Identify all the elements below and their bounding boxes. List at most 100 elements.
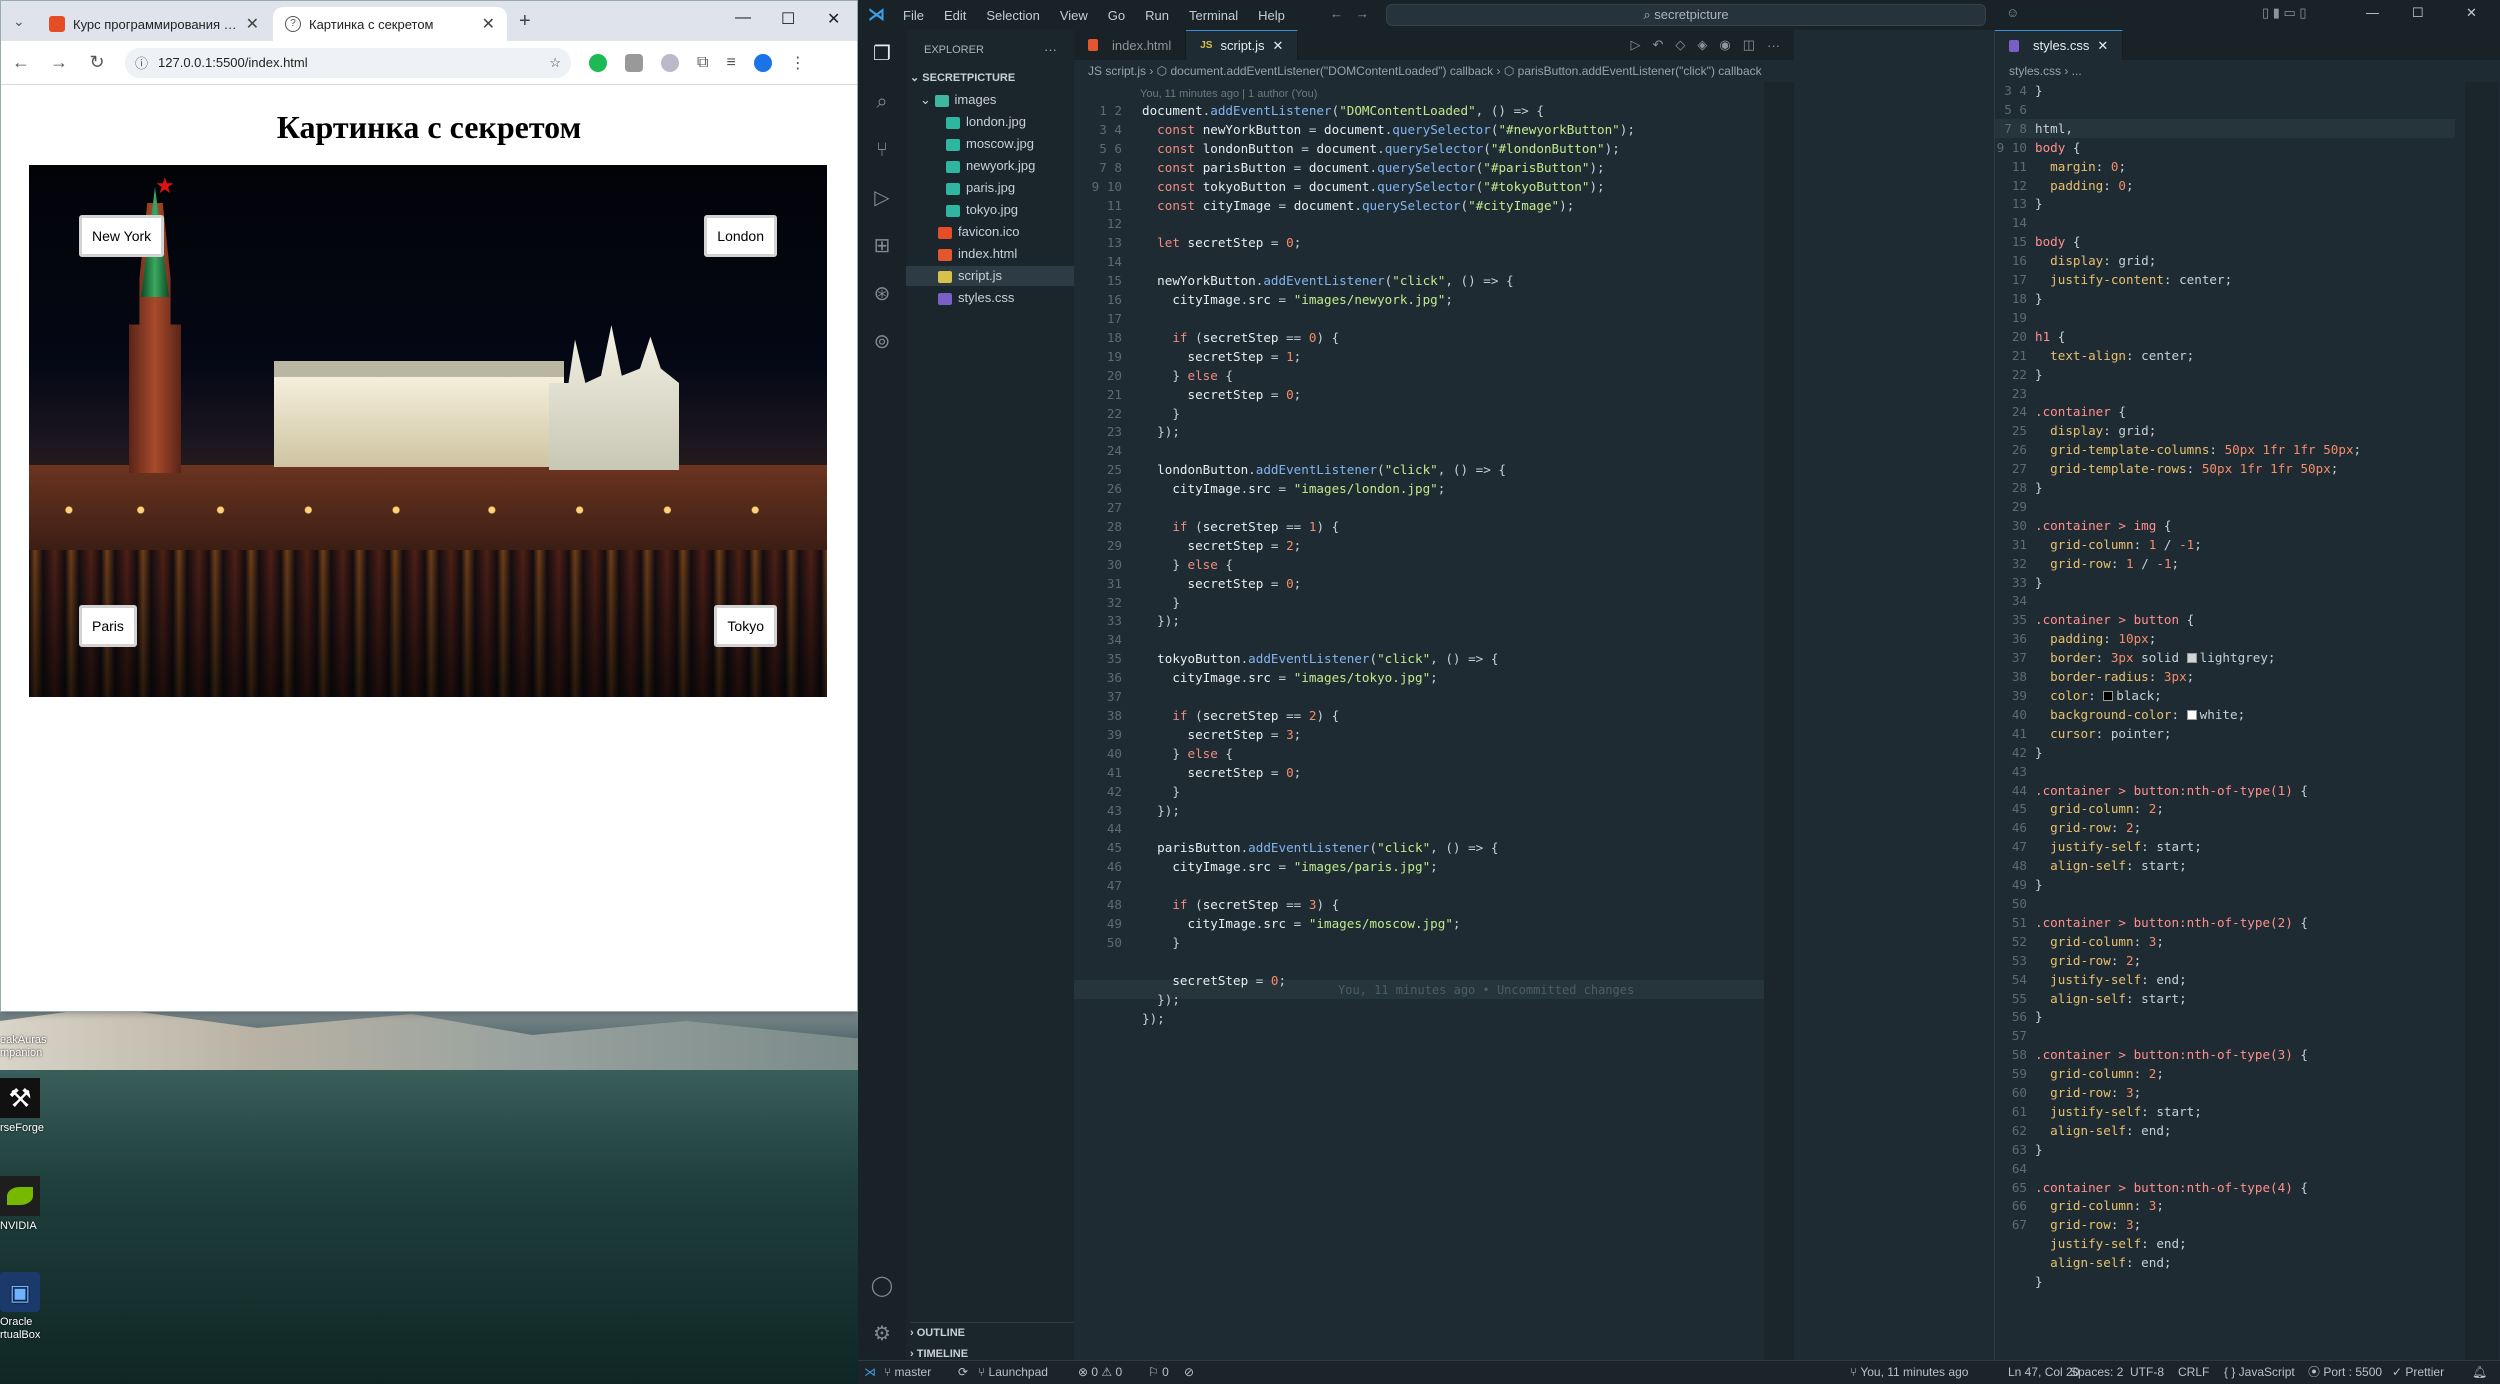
minimap[interactable] [1764,82,1794,1360]
cursor-position[interactable]: Ln 47, Col 20 [2008,1361,2079,1383]
site-info-icon[interactable]: ⓘ [135,53,148,72]
maximize-icon[interactable]: ☐ [2412,5,2424,21]
media-controls-icon[interactable]: ≡ [726,54,735,72]
tab-styles-css[interactable]: styles.css ✕ [1995,30,2124,60]
tab-search-icon[interactable]: ⌄ [13,13,25,30]
menu-file[interactable]: File [903,8,924,23]
copilot-status-icon[interactable]: ⊘ [1184,1361,1194,1383]
shield-extension-icon[interactable] [625,53,643,72]
nav-back-icon[interactable]: ← [1330,6,1343,21]
browser-menu-icon[interactable]: ⋮ [790,53,806,73]
close-window-icon[interactable]: ✕ [2466,5,2477,21]
git-graph-icon[interactable]: ⊛ [870,282,894,306]
desktop-icon-nvidia[interactable]: NVIDIA [0,1176,48,1233]
close-tab-icon[interactable]: ✕ [2097,38,2108,54]
maximize-icon[interactable]: ☐ [781,9,795,29]
breadcrumb[interactable]: styles.css › ... [1995,60,2500,82]
search-icon[interactable]: ⌕ [870,90,894,114]
run-icon[interactable]: ▷ [1630,37,1640,53]
desktop-icon-virtualbox[interactable]: ▣ Oracle rtualBox [0,1272,48,1342]
desktop-icon-curseforge[interactable]: ⚒ rseForge [0,1078,48,1135]
sync-icon[interactable]: ⟳ [958,1361,968,1383]
tab-script-js[interactable]: JS script.js ✕ [1186,30,1299,60]
more-actions-icon[interactable]: ··· [1044,40,1057,60]
file-styles-css[interactable]: styles.css [938,288,1014,308]
breadcrumb[interactable]: JS script.js › ⬡ document.addEventListen… [1074,60,1794,82]
minimize-icon[interactable]: — [735,9,751,27]
file-tokyo[interactable]: tokyo.jpg [946,200,1018,220]
tab-index-html[interactable]: index.html [1074,30,1187,60]
folder-root[interactable]: ⌄ SECRETPICTURE [910,68,1015,88]
file-paris[interactable]: paris.jpg [946,178,1015,198]
reload-icon[interactable]: ↻ [87,52,107,73]
git-blame-status[interactable]: ⑂ You, 11 minutes ago [1850,1361,1968,1383]
menu-run[interactable]: Run [1145,8,1169,23]
explorer-icon[interactable]: ❐ [870,42,894,66]
remote-indicator-icon[interactable]: ⋊ [864,1361,876,1383]
split-editor-icon[interactable]: ◫ [1743,37,1755,53]
privacy-extension-icon[interactable] [661,53,679,72]
go-back-icon[interactable]: ↶ [1652,37,1663,53]
desktop-icon-weakauras[interactable]: eakAuras mpanion [0,1028,48,1060]
settings-gear-icon[interactable]: ⚙ [870,1322,894,1346]
code-script-js[interactable]: document.addEventListener("DOMContentLoa… [1142,102,1635,1028]
back-icon[interactable]: ← [11,52,31,73]
prettier-status[interactable]: ✓ Prettier [2392,1361,2444,1383]
remote-icon[interactable]: ⊚ [870,330,894,354]
forward-icon[interactable]: → [49,52,69,73]
launchpad-indicator[interactable]: ⑂ Launchpad [978,1361,1048,1383]
file-london[interactable]: london.jpg [946,112,1026,132]
compare-icon[interactable]: ◇ [1675,37,1685,53]
codelens-blame[interactable]: You, 11 minutes ago | 1 author (You) [1140,88,1317,100]
file-favicon[interactable]: favicon.ico [938,222,1019,242]
tokyo-button[interactable]: Tokyo [714,605,777,647]
layout-icons[interactable]: ▯ ▮ ▭ ▯ [2262,5,2307,21]
account-icon[interactable]: ◯ [870,1274,894,1298]
menu-selection[interactable]: Selection [986,8,1039,23]
run-debug-icon[interactable]: ▷ [870,186,894,210]
line-ending[interactable]: CRLF [2178,1361,2209,1383]
new-york-button[interactable]: New York [79,215,165,257]
paris-button[interactable]: Paris [79,605,137,647]
new-tab-button[interactable]: + [519,10,531,33]
browser-tab-secret-picture[interactable]: ? Картинка с секретом ✕ [273,7,507,41]
close-tab-icon[interactable]: ✕ [482,14,495,34]
more-actions-icon[interactable]: ··· [1767,38,1780,53]
browser-tab-course[interactable]: Курс программирования | Вид ✕ [37,7,271,41]
menu-go[interactable]: Go [1108,8,1125,23]
minimap[interactable] [2465,82,2499,1360]
menu-help[interactable]: Help [1258,8,1285,23]
file-script-js[interactable]: script.js [906,266,1074,286]
file-index-html[interactable]: index.html [938,244,1017,264]
minimize-icon[interactable]: — [2366,5,2379,20]
address-bar[interactable]: ⓘ 127.0.0.1:5500/index.html ☆ [125,47,571,78]
file-newyork[interactable]: newyork.jpg [946,156,1035,176]
profile-avatar[interactable] [753,53,772,72]
open-changes-icon[interactable]: ◈ [1697,37,1707,53]
menu-view[interactable]: View [1060,8,1088,23]
menu-edit[interactable]: Edit [944,8,966,23]
extensions-puzzle-icon[interactable]: ⧉ [697,54,708,72]
outline-section[interactable]: › OUTLINE [910,1322,1078,1342]
problems-indicator[interactable]: ⊗ 0 ⚠ 0 [1078,1361,1122,1383]
folder-images[interactable]: ⌄ images [920,90,996,110]
indentation[interactable]: Spaces: 2 [2070,1361,2123,1383]
menu-terminal[interactable]: Terminal [1189,8,1238,23]
close-tab-icon[interactable]: ✕ [246,14,259,34]
bookmark-star-icon[interactable]: ☆ [549,55,561,71]
close-window-icon[interactable]: ✕ [827,9,840,29]
nav-forward-icon[interactable]: → [1356,6,1369,21]
encoding[interactable]: UTF-8 [2130,1361,2164,1383]
source-control-icon[interactable]: ⑂ [870,138,894,162]
timeline-icon[interactable]: ◉ [1719,37,1730,53]
london-button[interactable]: London [704,215,777,257]
copilot-icon[interactable]: ☺ [2006,5,2019,20]
live-server-port[interactable]: ⦿ Port : 5500 [2308,1361,2382,1383]
ports-indicator[interactable]: ⚐ 0 [1148,1361,1169,1383]
extensions-icon[interactable]: ⊞ [870,234,894,258]
close-tab-icon[interactable]: ✕ [1273,38,1284,54]
command-center-search[interactable]: ⌕ secretpicture [1386,4,1986,26]
notifications-bell-icon[interactable]: 🔔︎ [2472,1361,2487,1383]
code-styles-css[interactable]: } html, body { margin: 0; padding: 0; } … [2035,82,2361,1292]
branch-indicator[interactable]: ⑂ master [884,1361,931,1383]
